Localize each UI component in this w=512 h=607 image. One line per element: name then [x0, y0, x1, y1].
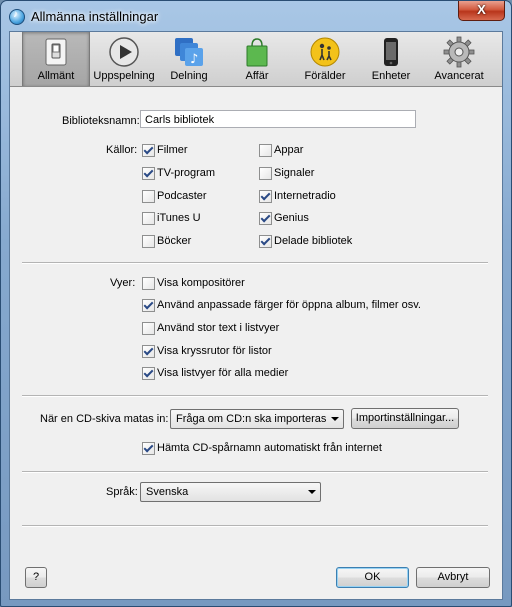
- dialog-client-area: Allmänt Uppspelning ♪ Delning Affär Förä…: [9, 31, 503, 600]
- cd-insert-label: När en CD-skiva matas in:: [40, 413, 169, 425]
- library-name-field[interactable]: Carls bibliotek: [140, 110, 416, 128]
- window-title: Allmänna inställningar: [31, 9, 159, 24]
- import-settings-button[interactable]: Importinställningar...: [351, 408, 459, 429]
- gear-icon: [443, 36, 475, 68]
- source-podcasts-label[interactable]: Podcaster: [157, 190, 207, 202]
- tab-advanced[interactable]: Avancerat: [426, 32, 492, 86]
- parental-icon: [310, 37, 340, 67]
- divider: [22, 262, 488, 264]
- itunes-app-icon: [9, 9, 25, 25]
- views-label: Vyer:: [110, 277, 136, 289]
- svg-text:♪: ♪: [190, 52, 198, 67]
- source-apps-checkbox[interactable]: [259, 144, 272, 157]
- view-custom-colors-checkbox[interactable]: [142, 299, 155, 312]
- tab-sharing-label: Delning: [170, 70, 208, 82]
- view-list-checkboxes-label[interactable]: Visa kryssrutor för listor: [157, 345, 272, 357]
- tab-general-label: Allmänt: [37, 70, 75, 82]
- preferences-window: Allmänna inställningar X Allmänt Uppspel…: [0, 0, 512, 607]
- general-settings-form: Biblioteksnamn: Carls bibliotek Källor: …: [10, 87, 502, 599]
- view-composers-label[interactable]: Visa kompositörer: [157, 277, 245, 289]
- source-shared-label[interactable]: Delade bibliotek: [274, 235, 352, 247]
- source-genius-label[interactable]: Genius: [274, 212, 309, 224]
- source-genius-checkbox[interactable]: [259, 212, 272, 225]
- tab-store-label: Affär: [245, 70, 269, 82]
- source-itunesu-checkbox[interactable]: [142, 212, 155, 225]
- divider: [22, 471, 488, 473]
- view-custom-colors-label[interactable]: Använd anpassade färger för öppna album,…: [157, 299, 421, 311]
- tab-parental[interactable]: Förälder: [296, 32, 354, 86]
- close-button[interactable]: X: [458, 1, 505, 21]
- ok-button[interactable]: OK: [336, 567, 409, 588]
- source-itunesu-label[interactable]: iTunes U: [157, 212, 201, 224]
- source-books-checkbox[interactable]: [142, 235, 155, 248]
- source-movies-label[interactable]: Filmer: [157, 144, 188, 156]
- tab-advanced-label: Avancerat: [434, 70, 484, 82]
- source-movies-checkbox[interactable]: [142, 144, 155, 157]
- source-tv-label[interactable]: TV-program: [157, 167, 215, 179]
- tab-sharing[interactable]: ♪ Delning: [160, 32, 218, 86]
- title-bar[interactable]: Allmänna inställningar X: [1, 1, 511, 31]
- sharing-icon: ♪: [175, 38, 203, 67]
- tab-general[interactable]: Allmänt: [22, 32, 90, 86]
- language-label: Språk:: [106, 486, 138, 498]
- tab-playback-label: Uppspelning: [93, 70, 155, 82]
- tab-devices-label: Enheter: [371, 70, 411, 82]
- tab-playback[interactable]: Uppspelning: [90, 32, 158, 86]
- source-radio-label[interactable]: Internetradio: [274, 190, 336, 202]
- source-apps-label[interactable]: Appar: [274, 144, 303, 156]
- divider: [22, 525, 488, 527]
- cd-fetch-names-checkbox[interactable]: [142, 442, 155, 455]
- view-list-all-media-label[interactable]: Visa listvyer för alla medier: [157, 367, 288, 379]
- view-large-text-checkbox[interactable]: [142, 322, 155, 335]
- play-icon: [109, 37, 139, 67]
- general-switch-icon: [45, 38, 67, 66]
- device-icon: [384, 38, 398, 66]
- library-name-label: Biblioteksnamn:: [62, 115, 140, 127]
- source-tv-checkbox[interactable]: [142, 167, 155, 180]
- view-large-text-label[interactable]: Använd stor text i listvyer: [157, 322, 279, 334]
- source-ringtones-label[interactable]: Signaler: [274, 167, 314, 179]
- language-value: Svenska: [146, 486, 189, 498]
- view-list-all-media-checkbox[interactable]: [142, 367, 155, 380]
- preferences-toolbar: Allmänt Uppspelning ♪ Delning Affär Förä…: [10, 32, 502, 87]
- view-list-checkboxes-checkbox[interactable]: [142, 345, 155, 358]
- source-podcasts-checkbox[interactable]: [142, 190, 155, 203]
- help-button[interactable]: ?: [25, 567, 47, 588]
- tab-parental-label: Förälder: [304, 70, 346, 82]
- source-radio-checkbox[interactable]: [259, 190, 272, 203]
- source-books-label[interactable]: Böcker: [157, 235, 191, 247]
- cd-action-value: Fråga om CD:n ska importeras: [176, 413, 327, 425]
- cd-fetch-names-label[interactable]: Hämta CD-spårnamn automatiskt från inter…: [157, 442, 382, 454]
- cancel-button[interactable]: Avbryt: [416, 567, 490, 588]
- store-bag-icon: [246, 38, 268, 67]
- divider: [22, 395, 488, 397]
- cd-action-select[interactable]: Fråga om CD:n ska importeras: [170, 409, 344, 429]
- chevron-down-icon: [308, 490, 316, 494]
- tab-devices[interactable]: Enheter: [362, 32, 420, 86]
- sources-label: Källor:: [106, 144, 138, 156]
- language-select[interactable]: Svenska: [140, 482, 321, 502]
- source-ringtones-checkbox[interactable]: [259, 167, 272, 180]
- source-shared-checkbox[interactable]: [259, 235, 272, 248]
- view-composers-checkbox[interactable]: [142, 277, 155, 290]
- tab-store[interactable]: Affär: [228, 32, 286, 86]
- chevron-down-icon: [331, 417, 339, 421]
